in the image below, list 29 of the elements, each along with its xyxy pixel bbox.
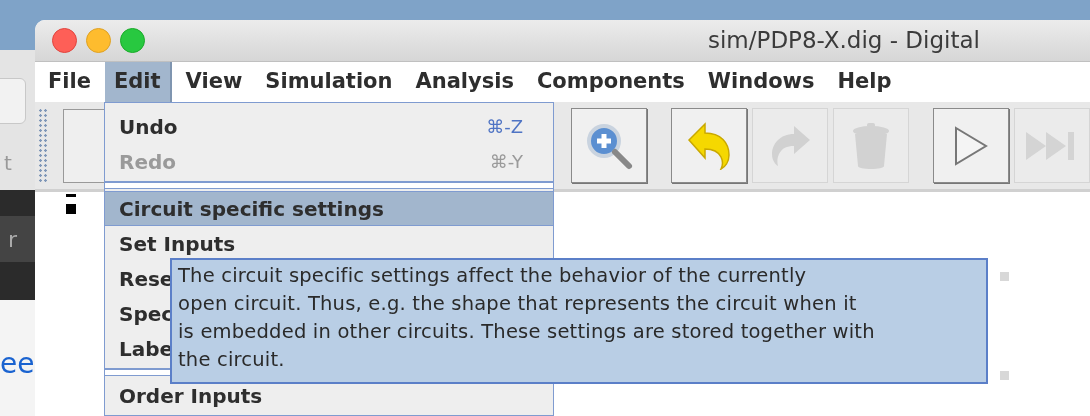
- menu[interactable]: Help: [828, 62, 901, 102]
- zoom-button[interactable]: [120, 28, 145, 53]
- tooltip: The circuit specific settings affect the behavior of the currently open circuit. Thus, e.g. the shape that represents the circuit when it is embedded in other circuits. These settings are stored together with the circuit.: [170, 258, 988, 384]
- handle-mark: [1000, 272, 1009, 281]
- menu-item[interactable]: Undo ⌘-Z: [105, 109, 553, 144]
- search-text: r: [8, 225, 18, 254]
- close-button[interactable]: [52, 28, 77, 53]
- window-title: sim/PDP8-X.dig - Digital: [708, 26, 980, 56]
- menu[interactable]: Windows: [698, 62, 824, 102]
- toolbar-button[interactable]: [933, 108, 1009, 183]
- undo-icon: [687, 121, 731, 170]
- trash-icon: [851, 121, 891, 170]
- menu[interactable]: File: [39, 62, 100, 102]
- minimize-button[interactable]: [86, 28, 111, 53]
- menu-item[interactable]: Set Inputs: [105, 226, 553, 261]
- label: t: [4, 150, 13, 177]
- toolbar-grip[interactable]: [38, 107, 48, 184]
- menu[interactable]: View: [176, 62, 252, 102]
- toolbar-button[interactable]: [671, 108, 747, 183]
- menu[interactable]: Components: [527, 62, 694, 102]
- play-icon: [954, 125, 988, 166]
- menu-item[interactable]: Circuit specific settings: [105, 191, 553, 226]
- menu[interactable]: Analysis: [406, 62, 523, 102]
- toolbar-button[interactable]: [571, 108, 647, 183]
- menu[interactable]: Edit: [105, 62, 172, 102]
- menu[interactable]: Simulation: [256, 62, 402, 102]
- shortcut: ⌘-Y: [489, 150, 523, 174]
- shortcut: ⌘-Z: [486, 115, 523, 139]
- handle-mark: [1000, 371, 1009, 380]
